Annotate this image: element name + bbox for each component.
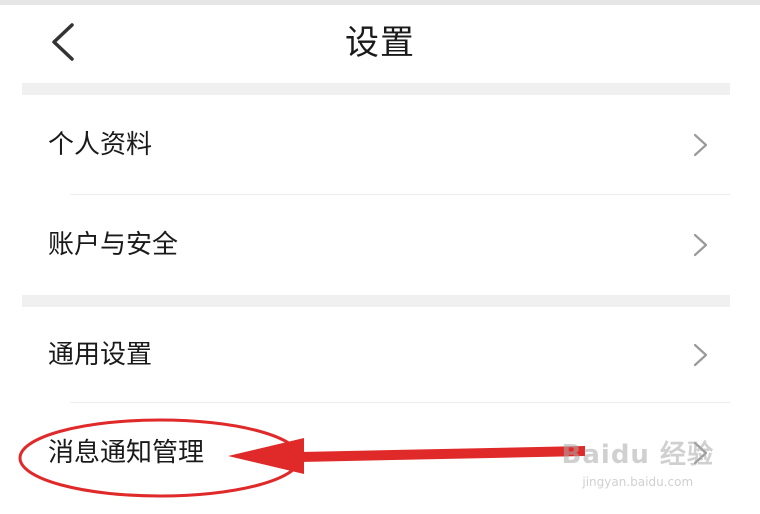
row-label: 个人资料 bbox=[48, 130, 153, 160]
chevron-right-icon bbox=[693, 233, 708, 257]
settings-row-account-security[interactable]: 账户与安全 bbox=[22, 195, 730, 295]
settings-row-profile[interactable]: 个人资料 bbox=[22, 95, 730, 195]
page-title: 设置 bbox=[345, 23, 415, 63]
row-label: 账户与安全 bbox=[48, 230, 179, 260]
row-label: 消息通知管理 bbox=[48, 438, 205, 468]
chevron-right-icon bbox=[693, 133, 708, 157]
chevron-right-icon bbox=[693, 441, 708, 465]
settings-row-general[interactable]: 通用设置 bbox=[22, 307, 730, 403]
chevron-right-icon bbox=[693, 343, 708, 367]
row-label: 通用设置 bbox=[48, 340, 153, 370]
section-gap bbox=[22, 83, 730, 95]
section-gap bbox=[22, 295, 730, 307]
settings-content: 个人资料 账户与安全 通用设置 消息通知管理 bbox=[0, 83, 760, 514]
settings-row-notifications[interactable]: 消息通知管理 bbox=[22, 403, 730, 503]
nav-header: 设置 bbox=[0, 5, 760, 83]
